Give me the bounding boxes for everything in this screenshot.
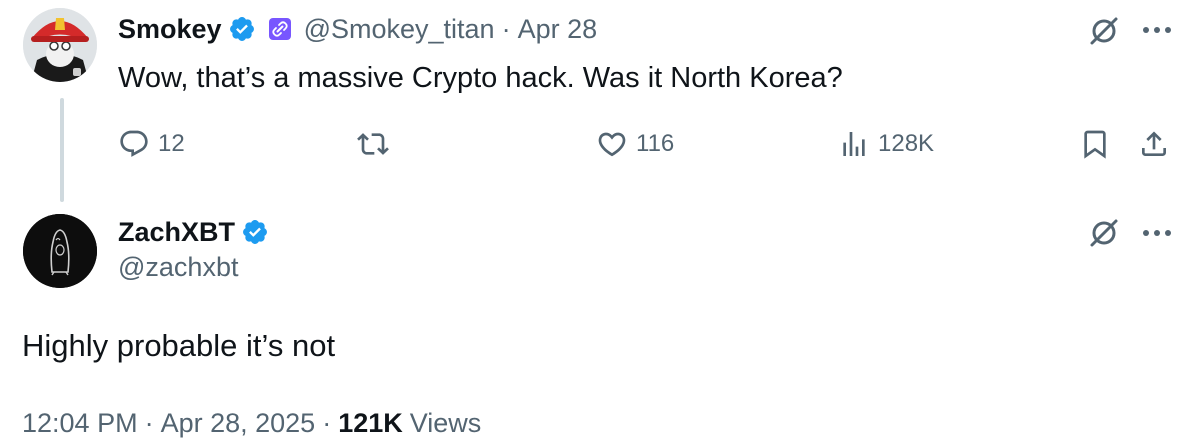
avatar-zachxbt[interactable] [23, 214, 97, 288]
more-icon[interactable] [1142, 25, 1172, 35]
views-count: 128K [878, 130, 935, 157]
grok-icon[interactable] [1087, 216, 1121, 250]
tweet2-handle[interactable]: @zachxbt [118, 252, 238, 283]
affiliate-badge-icon[interactable] [268, 17, 292, 41]
like-button[interactable]: 116 [596, 124, 674, 164]
tweet2-views-count: 121K [338, 408, 403, 438]
views-button[interactable]: 128K [838, 124, 934, 164]
tweet1-handle[interactable]: @Smokey_titan [304, 14, 495, 45]
tweet2-separator: · [144, 408, 154, 438]
tweet2-timestamp-row: 12:04 PM · Apr 28, 2025 · 121K Views [22, 408, 481, 439]
reply-icon [120, 130, 148, 157]
avatar-smokey[interactable] [23, 8, 97, 82]
tweet1-separator: · [501, 13, 511, 44]
tweet2-time[interactable]: 12:04 PM [22, 408, 138, 439]
share-button[interactable] [1138, 124, 1170, 164]
tweet1-display-name[interactable]: Smokey [118, 14, 222, 45]
tweet1-text: Wow, that’s a massive Crypto hack. Was i… [118, 62, 843, 94]
share-icon [1142, 131, 1166, 156]
retweet-icon [357, 133, 389, 155]
bookmark-icon [1084, 130, 1106, 159]
tweet1-date[interactable]: Apr 28 [518, 14, 598, 45]
verified-badge-icon [243, 220, 267, 244]
tweet2-header: ZachXBT [118, 214, 269, 250]
tweet2-date[interactable]: Apr 28, 2025 [161, 408, 316, 439]
heart-icon [598, 132, 626, 157]
reply-count: 12 [158, 130, 185, 157]
views-icon [843, 132, 865, 156]
tweet2-text: Highly probable it’s not [22, 328, 336, 363]
more-icon[interactable] [1142, 228, 1172, 238]
tweet2-views-label: Views [409, 408, 482, 438]
reply-button[interactable]: 12 [118, 124, 185, 164]
bookmark-button[interactable] [1079, 124, 1111, 164]
verified-badge-icon [229, 17, 254, 41]
like-count: 116 [636, 130, 675, 157]
tweet2-separator: · [322, 408, 332, 438]
retweet-button[interactable] [357, 124, 389, 164]
grok-icon[interactable] [1087, 14, 1121, 48]
thread-connector-line [60, 98, 64, 202]
tweet1-header: Smokey @Smokey_titan · Apr 28 [118, 11, 597, 47]
tweet2-display-name[interactable]: ZachXBT [118, 217, 235, 248]
